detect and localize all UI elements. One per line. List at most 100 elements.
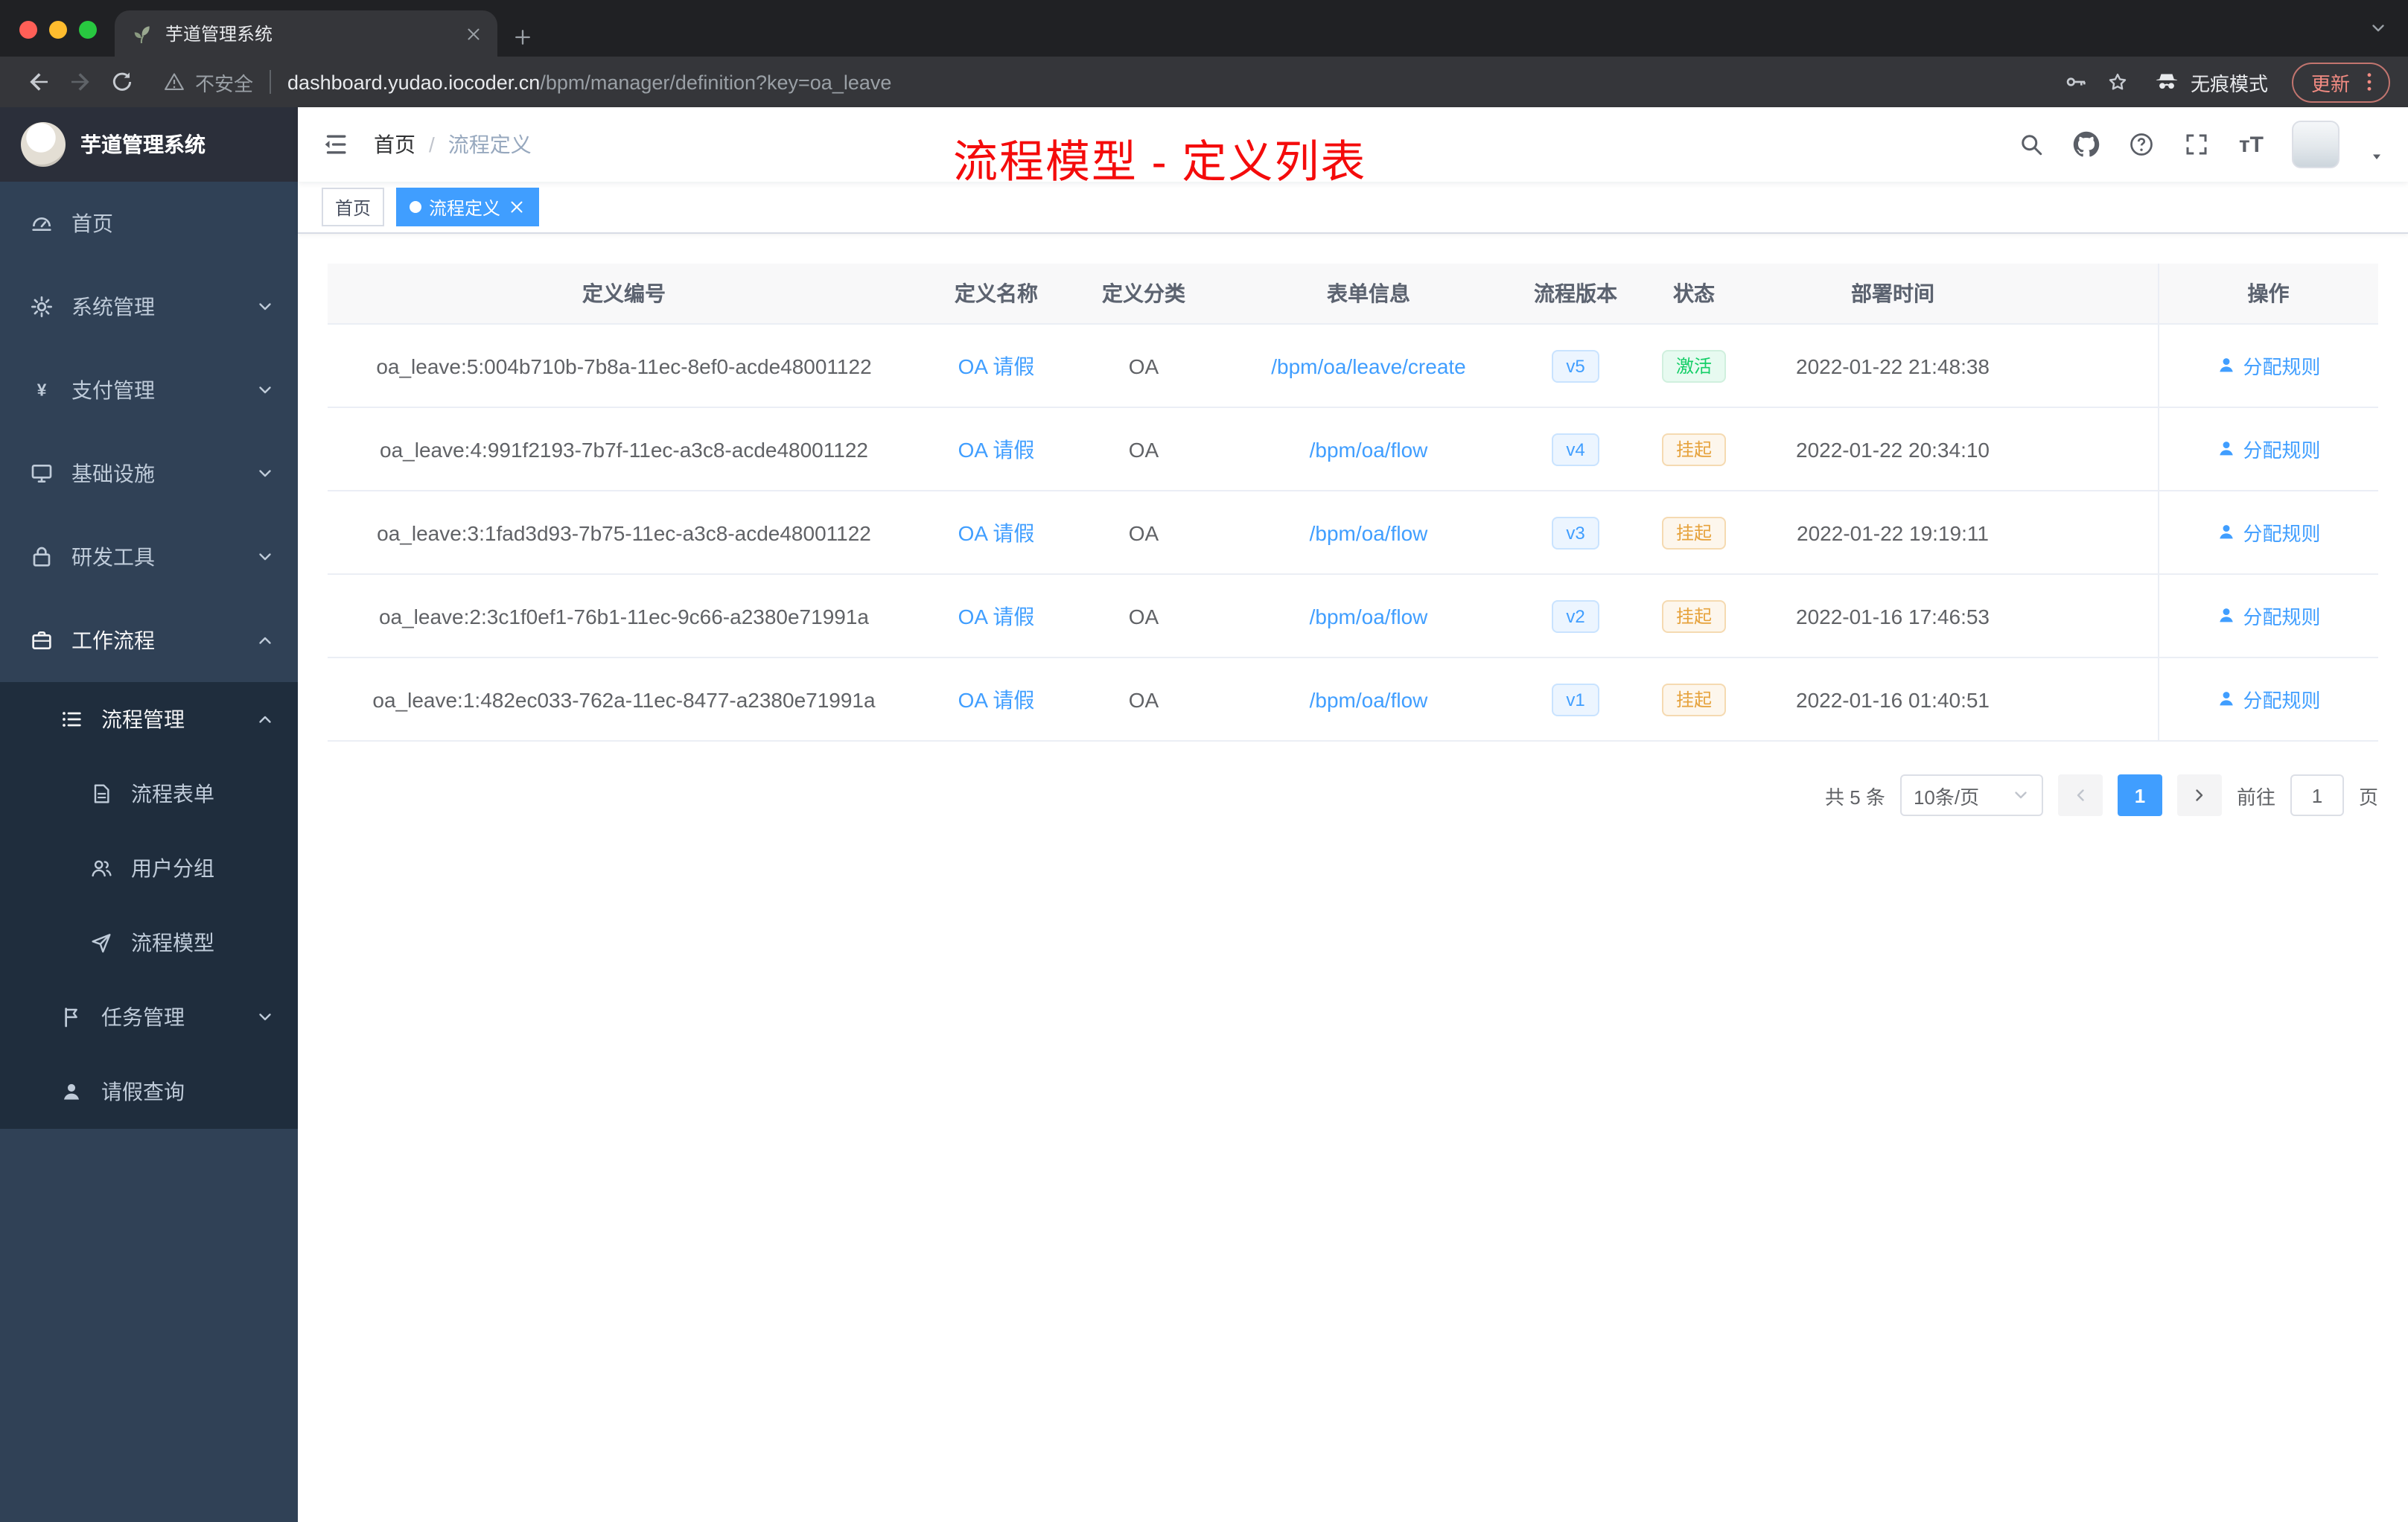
user-icon [2216, 522, 2237, 543]
tag-home[interactable]: 首页 [322, 188, 385, 226]
site-security-chip[interactable]: 不安全 [164, 68, 253, 96]
assign-rule-button[interactable]: 分配规则 [2216, 518, 2321, 547]
cell-definition-name: OA 请假 [920, 657, 1072, 742]
definition-name-link[interactable]: OA 请假 [958, 687, 1035, 711]
cell-definition-id: oa_leave:2:3c1f0ef1-76b1-11ec-9c66-a2380… [328, 574, 920, 658]
security-label: 不安全 [195, 72, 254, 95]
font-size-icon[interactable]: тT [2239, 133, 2264, 156]
sidebar-item-user-group[interactable]: 用户分组 [0, 831, 298, 905]
pagination: 共 5 条 10条/页 1 前往 页 [328, 774, 2378, 816]
app-title: 芋道管理系统 [80, 133, 206, 156]
page-number-button[interactable]: 1 [2117, 774, 2162, 816]
definition-name-link[interactable]: OA 请假 [958, 520, 1035, 544]
col-process-version: 流程版本 [1522, 264, 1629, 325]
cell-actions: 分配规则 [2157, 574, 2378, 658]
assign-rule-label: 分配规则 [2243, 439, 2321, 462]
fullscreen-icon[interactable] [2184, 131, 2211, 158]
cell-form-info: /bpm/oa/leave/create [1215, 324, 1522, 408]
sidebar-item-home[interactable]: 首页 [0, 182, 298, 265]
status-badge: 挂起 [1662, 516, 1725, 549]
cell-actions: 分配规则 [2157, 491, 2378, 575]
cell-form-info: /bpm/oa/flow [1215, 491, 1522, 575]
form-link[interactable]: /bpm/oa/flow [1310, 604, 1428, 628]
yen-icon [30, 378, 54, 402]
address-bar[interactable]: dashboard.yudao.iocoder.cn/bpm/manager/d… [287, 71, 891, 93]
breadcrumb-home-link[interactable]: 首页 [374, 130, 415, 159]
tab-search-chevron-icon[interactable] [2369, 19, 2387, 37]
cell-spacer [2027, 574, 2158, 658]
browser-update-menu[interactable]: 更新 [2291, 62, 2390, 102]
sidebar-item-label: 流程管理 [101, 707, 185, 731]
form-link[interactable]: /bpm/oa/flow [1310, 437, 1428, 461]
bookmark-star-icon[interactable] [2106, 70, 2130, 94]
cell-status: 激活 [1629, 324, 1759, 408]
app-navbar: 首页 / 流程定义 流程模型 - 定义列表 тT [298, 107, 2408, 188]
tab-close-icon[interactable] [465, 25, 482, 42]
sidebar-item-process-form[interactable]: 流程表单 [0, 757, 298, 831]
warning-triangle-icon [164, 71, 185, 92]
sidebar-item-label: 用户分组 [131, 856, 214, 880]
back-button[interactable] [18, 63, 60, 101]
more-dots-icon[interactable] [2357, 70, 2381, 94]
form-link[interactable]: /bpm/oa/flow [1310, 520, 1428, 544]
sidebar-item-leave-query[interactable]: 请假查询 [0, 1054, 298, 1129]
minimize-window-button[interactable] [49, 21, 67, 39]
sidebar-item-infrastructure[interactable]: 基础设施 [0, 432, 298, 515]
assign-rule-label: 分配规则 [2243, 689, 2321, 712]
sidebar-item-payment-management[interactable]: 支付管理 [0, 348, 298, 432]
prev-page-button[interactable] [2057, 774, 2103, 816]
definition-name-link[interactable]: OA 请假 [958, 354, 1035, 378]
help-question-icon[interactable] [2129, 131, 2156, 158]
browser-tab[interactable]: 芋道管理系统 [115, 10, 497, 57]
sidebar-fold-icon[interactable] [320, 130, 350, 159]
reload-button[interactable] [101, 63, 143, 101]
tag-process-definition[interactable]: 流程定义 [396, 188, 540, 226]
new-tab-button[interactable] [512, 27, 533, 48]
definition-name-link[interactable]: OA 请假 [958, 604, 1035, 628]
flag-icon [60, 1005, 83, 1029]
assign-rule-button[interactable]: 分配规则 [2216, 602, 2321, 630]
cell-definition-name: OA 请假 [920, 407, 1072, 491]
sidebar-item-dev-tools[interactable]: 研发工具 [0, 515, 298, 599]
cell-category: OA [1072, 324, 1215, 408]
sidebar-logo-row[interactable]: 芋道管理系统 [0, 107, 298, 182]
cell-actions: 分配规则 [2157, 324, 2378, 408]
github-icon[interactable] [2074, 131, 2100, 158]
cell-definition-name: OA 请假 [920, 574, 1072, 658]
sidebar-item-label: 请假查询 [101, 1080, 185, 1104]
avatar-caret-down-icon[interactable] [2368, 147, 2386, 165]
definition-name-link[interactable]: OA 请假 [958, 437, 1035, 461]
update-label: 更新 [2310, 72, 2350, 95]
cell-status: 挂起 [1629, 407, 1759, 491]
next-page-button[interactable] [2176, 774, 2222, 816]
sidebar-item-label: 流程表单 [131, 782, 214, 806]
cell-spacer [2027, 407, 2158, 491]
zoom-window-button[interactable] [79, 21, 97, 39]
goto-label: 前往 [2236, 786, 2275, 808]
sidebar-item-process-model[interactable]: 流程模型 [0, 905, 298, 980]
sidebar-item-process-management[interactable]: 流程管理 [0, 682, 298, 757]
goto-page-input[interactable] [2290, 774, 2344, 816]
close-window-button[interactable] [19, 21, 37, 39]
gear-icon [30, 295, 54, 319]
form-link[interactable]: /bpm/oa/flow [1310, 687, 1428, 711]
cell-definition-name: OA 请假 [920, 491, 1072, 575]
table-row: oa_leave:3:1fad3d93-7b75-11ec-a3c8-acde4… [328, 491, 2378, 575]
user-icon [2216, 605, 2237, 626]
search-icon[interactable] [2019, 131, 2045, 158]
cell-definition-id: oa_leave:1:482ec033-762a-11ec-8477-a2380… [328, 657, 920, 742]
cell-category: OA [1072, 407, 1215, 491]
page-size-select[interactable]: 10条/页 [1899, 774, 2043, 816]
user-avatar[interactable] [2292, 121, 2339, 168]
reload-icon [110, 70, 134, 94]
form-link[interactable]: /bpm/oa/leave/create [1271, 354, 1466, 378]
sidebar-item-workflow[interactable]: 工作流程 [0, 599, 298, 682]
forward-button[interactable] [60, 63, 101, 101]
sidebar-item-system-management[interactable]: 系统管理 [0, 265, 298, 348]
assign-rule-button[interactable]: 分配规则 [2216, 351, 2321, 380]
tag-close-icon[interactable] [508, 198, 526, 216]
password-key-icon[interactable] [2064, 70, 2088, 94]
sidebar-item-task-management[interactable]: 任务管理 [0, 980, 298, 1054]
assign-rule-button[interactable]: 分配规则 [2216, 435, 2321, 463]
assign-rule-button[interactable]: 分配规则 [2216, 685, 2321, 713]
